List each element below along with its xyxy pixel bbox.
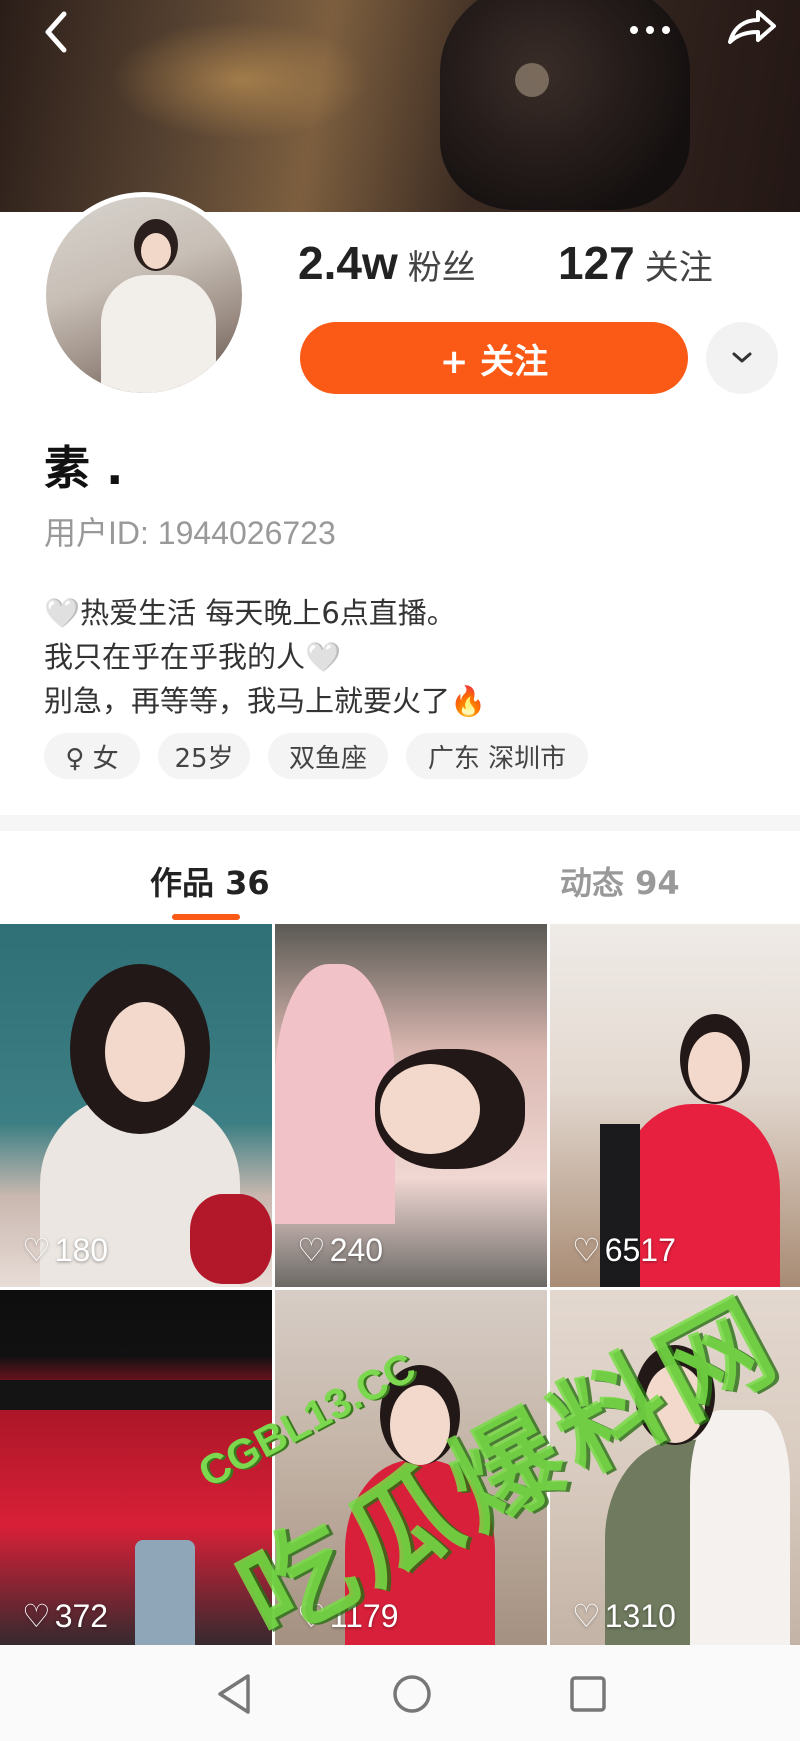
heart-outline-icon: ♡ [572, 1232, 601, 1268]
chevron-left-icon [45, 11, 67, 53]
following-stat[interactable]: 127 关注 [558, 236, 713, 290]
tab-works[interactable]: 作品 36 [150, 858, 270, 904]
post-item[interactable]: ♡ 180 [0, 924, 272, 1287]
section-divider [0, 815, 800, 831]
following-count: 127 [558, 237, 635, 289]
followers-count: 2.4w [298, 237, 398, 289]
tab-indicator [172, 914, 240, 920]
tab-moments[interactable]: 动态 94 [560, 858, 680, 904]
nav-back-button[interactable] [214, 1672, 254, 1720]
circle-home-icon [393, 1675, 431, 1713]
post-likes: ♡ 180 [22, 1231, 109, 1269]
user-id: 用户ID: 1944026723 [44, 515, 336, 551]
heart-outline-icon: ♡ [22, 1598, 51, 1634]
post-likes: ♡ 372 [22, 1597, 109, 1635]
follow-button[interactable]: + 关注 [300, 322, 688, 394]
post-likes: ♡ 6517 [572, 1231, 676, 1269]
share-icon [728, 10, 776, 44]
bio-line-2: 我只在乎在乎我的人🤍 [44, 640, 342, 674]
followers-label: 粉丝 [407, 248, 476, 288]
tag-location: 广东 深圳市 [406, 733, 588, 779]
post-item[interactable]: ♡ 240 [275, 924, 547, 1287]
square-recent-icon [570, 1676, 606, 1712]
heart-outline-icon: ♡ [297, 1232, 326, 1268]
triangle-back-icon [218, 1674, 250, 1714]
heart-outline-icon: ♡ [22, 1232, 51, 1268]
post-item[interactable]: ♡ 6517 [550, 924, 800, 1287]
more-dots-icon [630, 26, 670, 34]
post-likes: ♡ 240 [297, 1231, 384, 1269]
following-label: 关注 [644, 248, 713, 288]
tag-gender: ♀ 女 [44, 733, 140, 779]
cover-image [0, 0, 800, 212]
nav-home-button[interactable] [390, 1672, 434, 1720]
back-button[interactable] [38, 8, 74, 63]
post-likes: ♡ 1310 [572, 1597, 676, 1635]
more-options-button[interactable] [706, 322, 778, 394]
followers-stat[interactable]: 2.4w 粉丝 [298, 236, 476, 290]
share-button[interactable] [726, 8, 778, 48]
more-button[interactable] [628, 10, 672, 58]
heart-outline-icon: ♡ [572, 1598, 601, 1634]
avatar[interactable] [41, 192, 247, 398]
profile-name: 素 . [44, 441, 124, 495]
chevron-down-icon [732, 352, 752, 363]
tag-zodiac: 双鱼座 [268, 733, 388, 779]
tag-age: 25岁 [158, 733, 250, 779]
nav-recent-button[interactable] [566, 1672, 610, 1720]
bio-line-1: 🤍热爱生活 每天晚上6点直播。 [44, 596, 456, 630]
bio-line-3: 别急，再等等，我马上就要火了🔥 [44, 684, 487, 718]
